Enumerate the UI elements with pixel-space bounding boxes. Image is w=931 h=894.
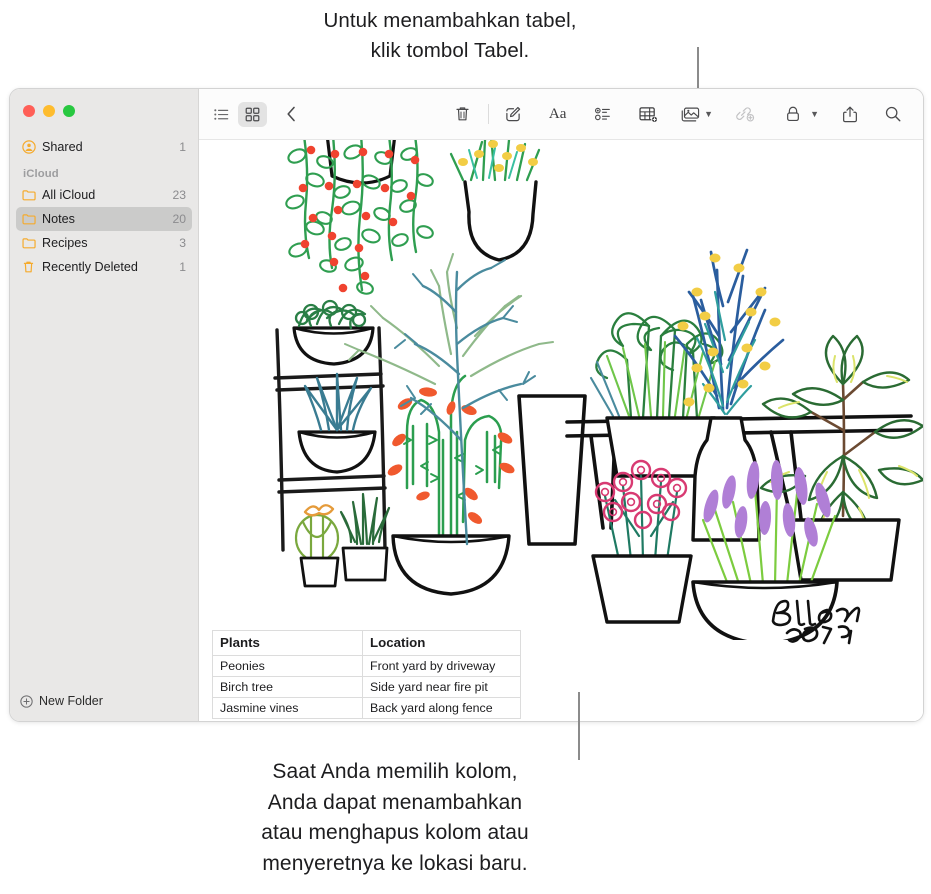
plus-circle-icon [20,694,33,708]
callout-bottom-line2: Anda dapat menambahkan [267,790,523,814]
folder-icon [22,189,39,201]
signature-bella-2019 [771,599,861,645]
folder-icon [22,213,39,225]
callout-top-line2: klik tombol Tabel. [370,39,530,62]
new-folder-label: New Folder [39,694,103,708]
sidebar-item-label: All iCloud [42,188,96,202]
table-cell[interactable]: Jasmine vines [212,697,363,719]
table-cell[interactable]: Side yard near fire pit [362,676,521,698]
list-view-button[interactable] [207,102,236,127]
trash-icon [22,260,39,274]
callout-top: Untuk menambahkan tabel, klik tombol Tab… [200,6,700,66]
sidebar-item-count: 1 [179,260,186,274]
close-button[interactable] [23,105,35,117]
sidebar-item-notes[interactable]: Notes 20 [16,207,192,231]
gallery-view-button[interactable] [238,101,267,127]
table-cell[interactable]: Back yard along fence [362,697,521,719]
lock-chevron-down-icon[interactable]: ▼ [810,109,819,119]
shared-person-icon [22,140,39,154]
table-row[interactable]: Peonies Front yard by driveway [212,655,521,677]
table-header-cell[interactable]: Plants [212,630,363,656]
table-cell[interactable]: Front yard by driveway [362,655,521,677]
table-button[interactable] [633,102,665,127]
note-table[interactable]: Plants Location Peonies Front yard by dr… [212,630,521,719]
sidebar-item-label: Shared [42,140,83,154]
sidebar-item-count: 1 [179,140,186,154]
toolbar-divider [488,104,490,124]
callout-bottom-line4: menyeretnya ke lokasi baru. [262,851,528,875]
sidebar-item-shared[interactable]: Shared 1 [16,135,192,159]
window-traffic-lights [10,89,198,117]
sidebar-item-count: 23 [172,188,186,202]
sidebar-list: Shared 1 iCloud All iCloud 23 Notes 20 R… [10,135,198,279]
sidebar: Shared 1 iCloud All iCloud 23 Notes 20 R… [10,89,199,721]
table-cell[interactable]: Birch tree [212,676,363,698]
toolbar: Aa ▼ ▼ [199,89,923,140]
table-header-row: Plants Location [212,630,521,656]
zoom-button[interactable] [63,105,75,117]
table-cell[interactable]: Peonies [212,655,363,677]
lock-button[interactable] [778,102,807,127]
notes-app-window: Shared 1 iCloud All iCloud 23 Notes 20 R… [9,88,924,722]
sidebar-item-count: 20 [172,212,186,226]
table-header-cell[interactable]: Location [362,630,521,656]
back-button[interactable] [277,102,306,127]
sidebar-item-recipes[interactable]: Recipes 3 [16,231,192,255]
sidebar-item-all-icloud[interactable]: All iCloud 23 [16,183,192,207]
callout-bottom-line3: atau menghapus kolom atau [261,821,529,844]
callout-top-line1: Untuk menambahkan tabel, [323,9,577,32]
minimize-button[interactable] [43,105,55,117]
checklist-button[interactable] [588,102,617,127]
format-button[interactable]: Aa [543,102,572,127]
note-content-pane: Aa ▼ ▼ Plants Location Peonies Front yar… [199,89,923,721]
sidebar-item-label: Recently Deleted [42,260,138,274]
sidebar-section-icloud: iCloud [23,168,59,180]
media-chevron-down-icon[interactable]: ▼ [704,109,713,119]
table-row[interactable]: Birch tree Side yard near fire pit [212,676,521,698]
share-button[interactable] [835,102,864,127]
callout-bottom-line1: Saat Anda memilih kolom, [272,760,518,783]
hand-drawn-houseplants-illustration [273,140,923,640]
callout-bottom: Saat Anda memilih kolom, Anda dapat mena… [105,757,685,879]
folder-icon [22,237,39,249]
table-row[interactable]: Jasmine vines Back yard along fence [212,697,521,719]
sidebar-item-count: 3 [179,236,186,250]
view-switch-group [207,101,308,127]
sidebar-item-label: Recipes [42,236,88,250]
delete-note-button[interactable] [448,102,477,127]
new-folder-button[interactable]: New Folder [10,681,198,721]
link-button[interactable] [731,102,760,127]
callout-bottom-leader-line [578,692,580,760]
compose-note-button[interactable] [498,102,527,127]
note-body[interactable]: Plants Location Peonies Front yard by dr… [199,140,923,721]
media-button[interactable] [679,102,701,127]
search-button[interactable] [878,102,907,127]
sidebar-item-label: Notes [42,212,75,226]
sidebar-item-recently-deleted[interactable]: Recently Deleted 1 [16,255,192,279]
